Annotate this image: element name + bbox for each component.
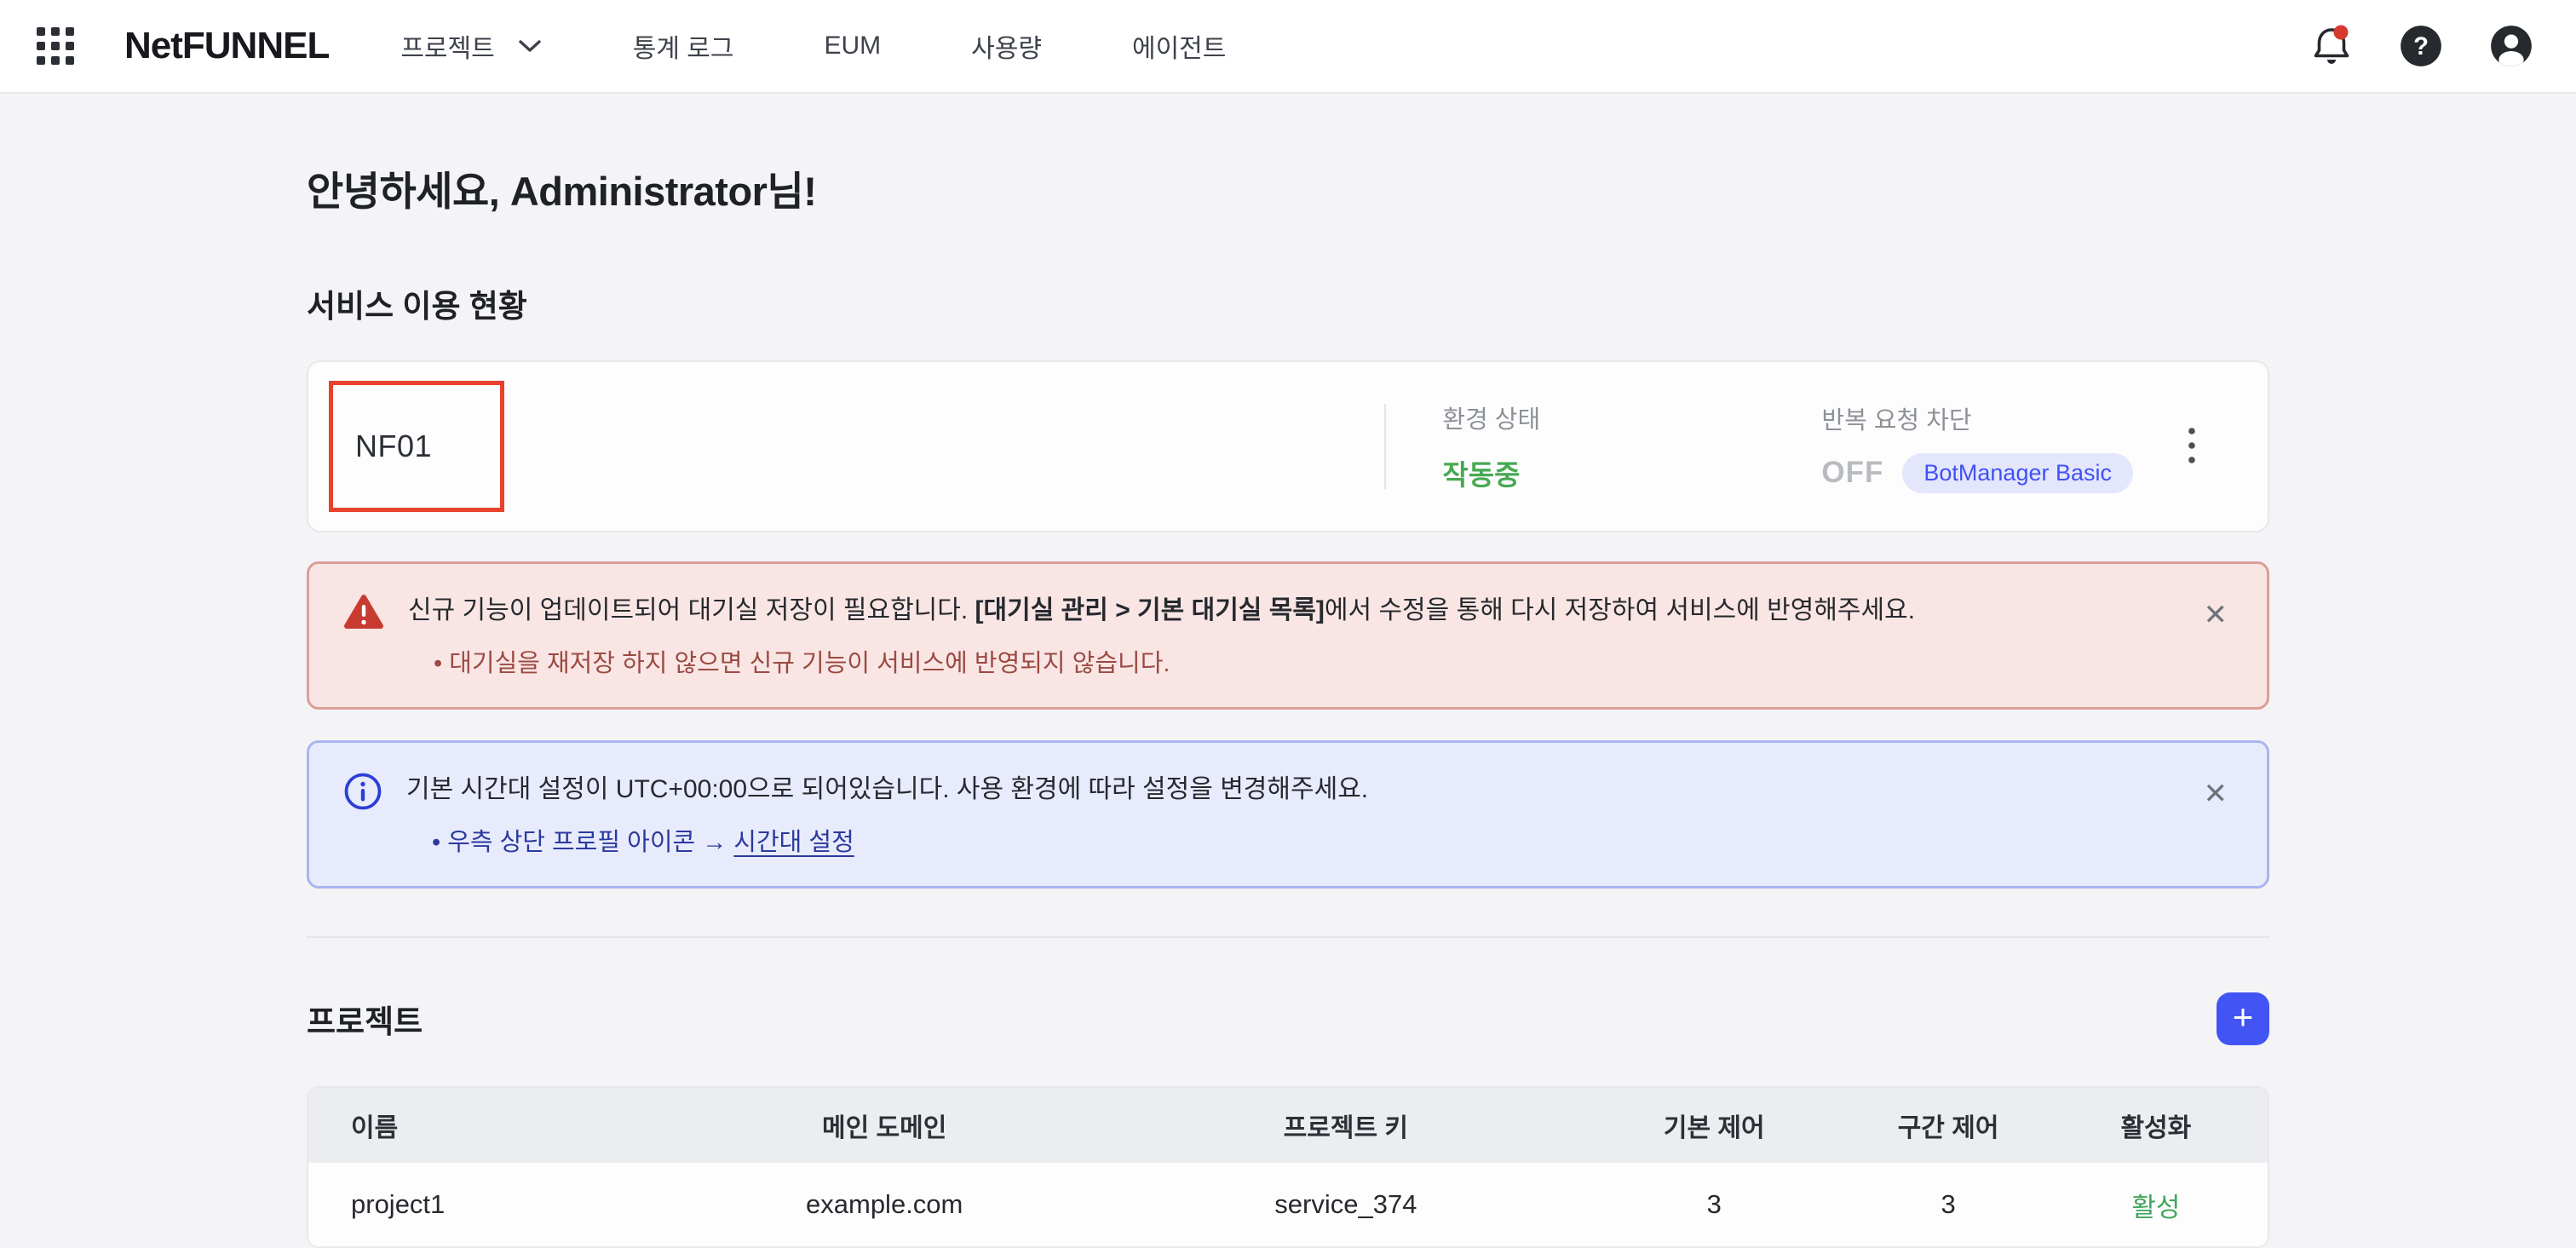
nav-projects[interactable]: 프로젝트 <box>400 27 542 65</box>
help-button[interactable]: ? <box>2399 24 2443 68</box>
warning-bullet: • 대기실을 재저장 하지 않으면 신규 기능이 서비스에 반영되지 않습니다. <box>434 650 1170 677</box>
help-icon: ? <box>2401 26 2441 66</box>
waiting-room-warning-banner: 신규 기능이 업데이트되어 대기실 저장이 필요합니다. [대기실 관리 > 기… <box>307 561 2269 710</box>
repeat-request-block-group: 반복 요청 차단 OFF BotManager Basic <box>1765 400 2133 493</box>
service-usage-section-title: 서비스 이용 현황 <box>307 289 527 324</box>
cell-section-control: 3 <box>1941 1189 1956 1219</box>
col-header-domain: 메인 도메인 <box>653 1088 1116 1163</box>
env-status-label: 환경 상태 <box>1442 406 1541 434</box>
netfunnel-logo[interactable]: NetFUNNEL <box>124 25 330 67</box>
repeat-request-block-label: 반복 요청 차단 <box>1821 406 1972 434</box>
cell-project-key: service_374 <box>1274 1189 1417 1219</box>
nav-usage[interactable]: 사용량 <box>971 27 1042 65</box>
repeat-request-block-value: OFF <box>1821 456 1884 489</box>
info-text: 기본 시간대 설정이 UTC+00:00으로 되어있습니다. 사용 환경에 따라… <box>406 775 1369 803</box>
environment-name-highlight-box[interactable]: NF01 <box>329 381 504 512</box>
env-status-value: 작동중 <box>1442 459 1521 491</box>
main-nav: 프로젝트 통계 로그 EUM 사용량 에이전트 <box>400 27 1226 65</box>
col-header-project-key: 프로젝트 키 <box>1115 1088 1577 1163</box>
svg-text:?: ? <box>2413 33 2429 60</box>
bell-icon <box>2314 25 2349 64</box>
environment-card: NF01 환경 상태 작동중 반복 요청 차단 OFF BotManager B… <box>307 360 2269 532</box>
warning-text: 신규 기능이 업데이트되어 대기실 저장이 필요합니다. [대기실 관리 > 기… <box>408 596 1916 624</box>
botmanager-badge: BotManager Basic <box>1902 452 2133 493</box>
page-title: 안녕하세요, Administrator님! <box>307 169 817 214</box>
notification-dot <box>2333 25 2349 40</box>
section-divider <box>307 936 2269 938</box>
table-row[interactable]: project1 example.com service_374 3 3 활성 <box>308 1163 2268 1246</box>
chevron-down-icon <box>519 40 541 52</box>
warning-close-button[interactable]: ✕ <box>2197 595 2235 636</box>
main-content: 안녕하세요, Administrator님! 서비스 이용 현황 NF01 환경… <box>307 158 2269 1248</box>
add-project-button[interactable]: + <box>2217 992 2269 1045</box>
col-header-section-control: 구간 제어 <box>1852 1088 2044 1163</box>
cell-project-name: project1 <box>351 1189 446 1219</box>
nav-eum[interactable]: EUM <box>824 32 881 60</box>
col-header-active: 활성화 <box>2044 1088 2268 1163</box>
table-header-row: 이름 메인 도메인 프로젝트 키 기본 제어 구간 제어 활성화 <box>308 1088 2268 1163</box>
card-more-menu-button[interactable] <box>2182 421 2201 473</box>
kebab-icon <box>2188 427 2195 463</box>
projects-header: 프로젝트 + <box>307 992 2269 1045</box>
col-header-name: 이름 <box>308 1088 653 1163</box>
account-button[interactable] <box>2489 24 2533 68</box>
app-grid-menu-button[interactable] <box>36 26 75 66</box>
info-bullet: • 우측 상단 프로필 아이콘 → 시간대 설정 <box>432 829 854 856</box>
timezone-info-banner: 기본 시간대 설정이 UTC+00:00으로 되어있습니다. 사용 환경에 따라… <box>307 740 2269 889</box>
avatar-icon <box>2491 26 2532 66</box>
warning-triangle-icon <box>344 595 383 629</box>
nav-stats-log[interactable]: 통계 로그 <box>633 27 734 65</box>
timezone-settings-link[interactable]: 시간대 설정 <box>733 829 854 856</box>
cell-main-domain: example.com <box>806 1189 963 1219</box>
nav-agent[interactable]: 에이전트 <box>1132 27 1226 65</box>
notification-bell-button[interactable] <box>2310 23 2353 69</box>
top-bar: NetFUNNEL 프로젝트 통계 로그 EUM 사용량 에이전트 ? <box>0 0 2576 94</box>
projects-table: 이름 메인 도메인 프로젝트 키 기본 제어 구간 제어 활성화 project… <box>307 1086 2269 1248</box>
environment-name: NF01 <box>355 428 433 463</box>
cell-basic-control: 3 <box>1706 1189 1722 1219</box>
col-header-basic-control: 기본 제어 <box>1576 1088 1853 1163</box>
topbar-icons: ? <box>2310 23 2533 69</box>
projects-section-title: 프로젝트 <box>307 1004 423 1039</box>
cell-active-status: 활성 <box>2131 1192 2181 1222</box>
env-status-group: 환경 상태 작동중 <box>1386 400 1765 493</box>
grid-icon <box>37 27 45 36</box>
info-close-button[interactable]: ✕ <box>2197 774 2235 814</box>
info-icon <box>344 773 382 810</box>
